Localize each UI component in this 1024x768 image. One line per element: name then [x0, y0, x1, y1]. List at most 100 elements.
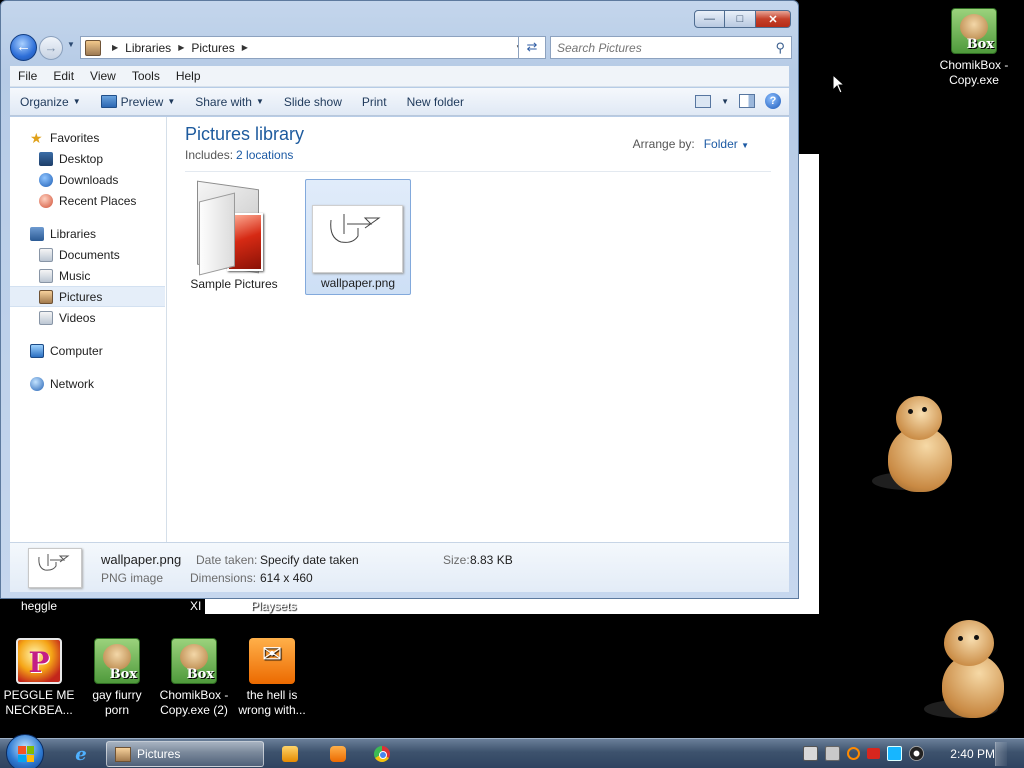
recent-pages-dropdown-icon[interactable]: ▼	[67, 40, 75, 49]
tray-app-icon[interactable]	[825, 746, 840, 761]
search-icon[interactable]: ⚲	[775, 40, 785, 56]
taskbar-clock[interactable]: 2:40 PM	[950, 747, 995, 761]
stray-white-strip	[205, 598, 819, 614]
view-options-dropdown-icon[interactable]: ▼	[721, 97, 729, 106]
maximize-button[interactable]: □	[725, 10, 756, 28]
taskbar-internet-explorer[interactable]: e	[60, 741, 102, 767]
address-bar[interactable]: ▶ Libraries ▶ Pictures ▶ ▼	[80, 36, 530, 59]
nav-videos[interactable]: Videos	[10, 307, 166, 328]
network-status-icon[interactable]	[887, 746, 902, 761]
desktop-icon-gay-fiurry-porn[interactable]: Box gay fiurry porn	[79, 638, 155, 718]
taskbar-uc-browser[interactable]	[318, 741, 358, 767]
hamster-pet-sprite[interactable]	[870, 392, 960, 496]
change-view-icon[interactable]	[695, 94, 712, 108]
back-button[interactable]: ←	[10, 34, 37, 61]
tray-search-icon[interactable]	[847, 747, 860, 760]
search-input[interactable]	[551, 37, 761, 58]
slide-show-label: Slide show	[283, 94, 342, 109]
menu-help[interactable]: Help	[168, 69, 209, 83]
menu-bar: File Edit View Tools Help	[10, 66, 789, 87]
file-item-label: Sample Pictures	[190, 277, 278, 291]
nav-libraries[interactable]: Libraries	[10, 223, 166, 244]
chrome-icon	[374, 746, 390, 762]
nav-network[interactable]: Network	[10, 373, 166, 394]
preview-pane-icon[interactable]	[739, 94, 755, 108]
chevron-down-icon: ▼	[72, 97, 81, 106]
menu-file[interactable]: File	[10, 69, 45, 83]
breadcrumb-chevron-icon[interactable]: ▶	[112, 43, 118, 52]
nav-documents[interactable]: Documents	[10, 244, 166, 265]
nav-favorites[interactable]: ★ Favorites	[10, 127, 166, 148]
command-bar: Organize ▼ Preview ▼ Share with ▼ Slide sho…	[10, 88, 789, 116]
tray-app-icon[interactable]	[909, 746, 924, 761]
minimize-button[interactable]: —	[694, 10, 725, 28]
includes-locations-link[interactable]: 2 locations	[236, 148, 293, 162]
preview-label: Preview	[120, 94, 164, 109]
menu-view[interactable]: View	[82, 69, 124, 83]
desktop-icon-label: the hell is wrong with...	[238, 688, 306, 717]
nav-label: Music	[59, 268, 91, 283]
nav-label: Videos	[59, 310, 96, 325]
nav-pictures[interactable]: Pictures	[10, 286, 165, 307]
desktop-stray-label: XI	[190, 599, 202, 613]
share-with-button[interactable]: Share with ▼	[185, 95, 274, 109]
library-includes: Includes: 2 locations	[185, 148, 293, 162]
taskbar-chrome[interactable]	[362, 741, 402, 767]
date-taken-value[interactable]: Specify date taken	[260, 553, 359, 567]
preview-button[interactable]: Preview ▼	[91, 95, 186, 109]
date-taken-label: Date taken:	[196, 553, 258, 567]
size-value: 8.83 KB	[470, 553, 513, 567]
stray-white-panel	[798, 154, 819, 614]
nav-recent-places[interactable]: Recent Places	[10, 190, 166, 211]
breadcrumb-libraries[interactable]: Libraries	[125, 41, 171, 55]
action-center-flag-icon[interactable]	[867, 748, 880, 759]
arrange-by-dropdown[interactable]: Folder	[704, 137, 738, 151]
chevron-down-icon[interactable]: ▼	[741, 141, 749, 150]
desktop-icon-chomikbox-copy-2[interactable]: Box ChomikBox - Copy.exe (2)	[156, 638, 232, 718]
desktop-icon-label: ChomikBox - Copy.exe	[939, 58, 1009, 87]
search-box[interactable]: ⚲	[550, 36, 792, 59]
details-pane: wallpaper.png PNG image Date taken: Spec…	[10, 542, 789, 592]
file-item-sample-pictures[interactable]: Sample Pictures	[181, 179, 287, 295]
taskbar-media-player[interactable]	[270, 741, 310, 767]
file-item-wallpaper-png[interactable]: wallpaper.png	[305, 179, 411, 295]
breadcrumb-chevron-icon[interactable]: ▶	[178, 43, 184, 52]
desktop-icon-peggle[interactable]: P PEGGLE ME NECKBEA...	[1, 638, 77, 718]
nav-music[interactable]: Music	[10, 265, 166, 286]
close-icon: ✕	[768, 13, 778, 26]
nav-label: Favorites	[50, 130, 100, 145]
refresh-button[interactable]: ⇄	[518, 36, 546, 59]
nav-downloads[interactable]: Downloads	[10, 169, 166, 190]
slide-show-button[interactable]: Slide show	[274, 95, 352, 109]
breadcrumb-chevron-icon[interactable]: ▶	[242, 43, 248, 52]
chomikbox-icon: Box	[171, 638, 217, 684]
desktop-icon-label: PEGGLE ME NECKBEA...	[3, 688, 75, 717]
hamster-pet-sprite[interactable]	[920, 618, 1010, 722]
forward-button[interactable]: →	[39, 36, 63, 60]
desktop-stray-label: Playsets	[251, 599, 297, 613]
nav-computer[interactable]: Computer	[10, 340, 166, 361]
downloads-icon	[39, 172, 53, 187]
dimensions-value: 614 x 460	[260, 571, 313, 585]
chomikbox-icon: Box	[94, 638, 140, 684]
menu-tools[interactable]: Tools	[124, 69, 168, 83]
tray-app-icon[interactable]	[803, 746, 818, 761]
new-folder-button[interactable]: New folder	[397, 95, 474, 109]
navigation-pane: ★ Favorites Desktop Downloads Recent Plac…	[10, 117, 167, 542]
nav-desktop[interactable]: Desktop	[10, 148, 166, 169]
menu-edit[interactable]: Edit	[45, 69, 82, 83]
close-button[interactable]: ✕	[756, 10, 791, 28]
maximize-icon: □	[736, 13, 744, 25]
notification-area	[803, 746, 924, 761]
help-icon[interactable]: ?	[765, 93, 781, 109]
taskbar-pictures-window[interactable]: Pictures	[106, 741, 264, 767]
show-desktop-button[interactable]	[995, 742, 1007, 766]
navigation-row: ← → ▼ ▶ Libraries ▶ Pictures ▶ ▼ ⇄ ⚲	[10, 34, 792, 61]
details-file-type: PNG image	[101, 571, 164, 585]
desktop-icon-chomikbox-copy[interactable]: Box ChomikBox - Copy.exe	[936, 8, 1012, 88]
breadcrumb-pictures[interactable]: Pictures	[191, 41, 234, 55]
desktop-icon-uc-browser[interactable]: ✉ the hell is wrong with...	[234, 638, 310, 718]
start-button[interactable]	[6, 734, 44, 768]
organize-button[interactable]: Organize ▼	[10, 95, 91, 109]
print-button[interactable]: Print	[352, 95, 397, 109]
